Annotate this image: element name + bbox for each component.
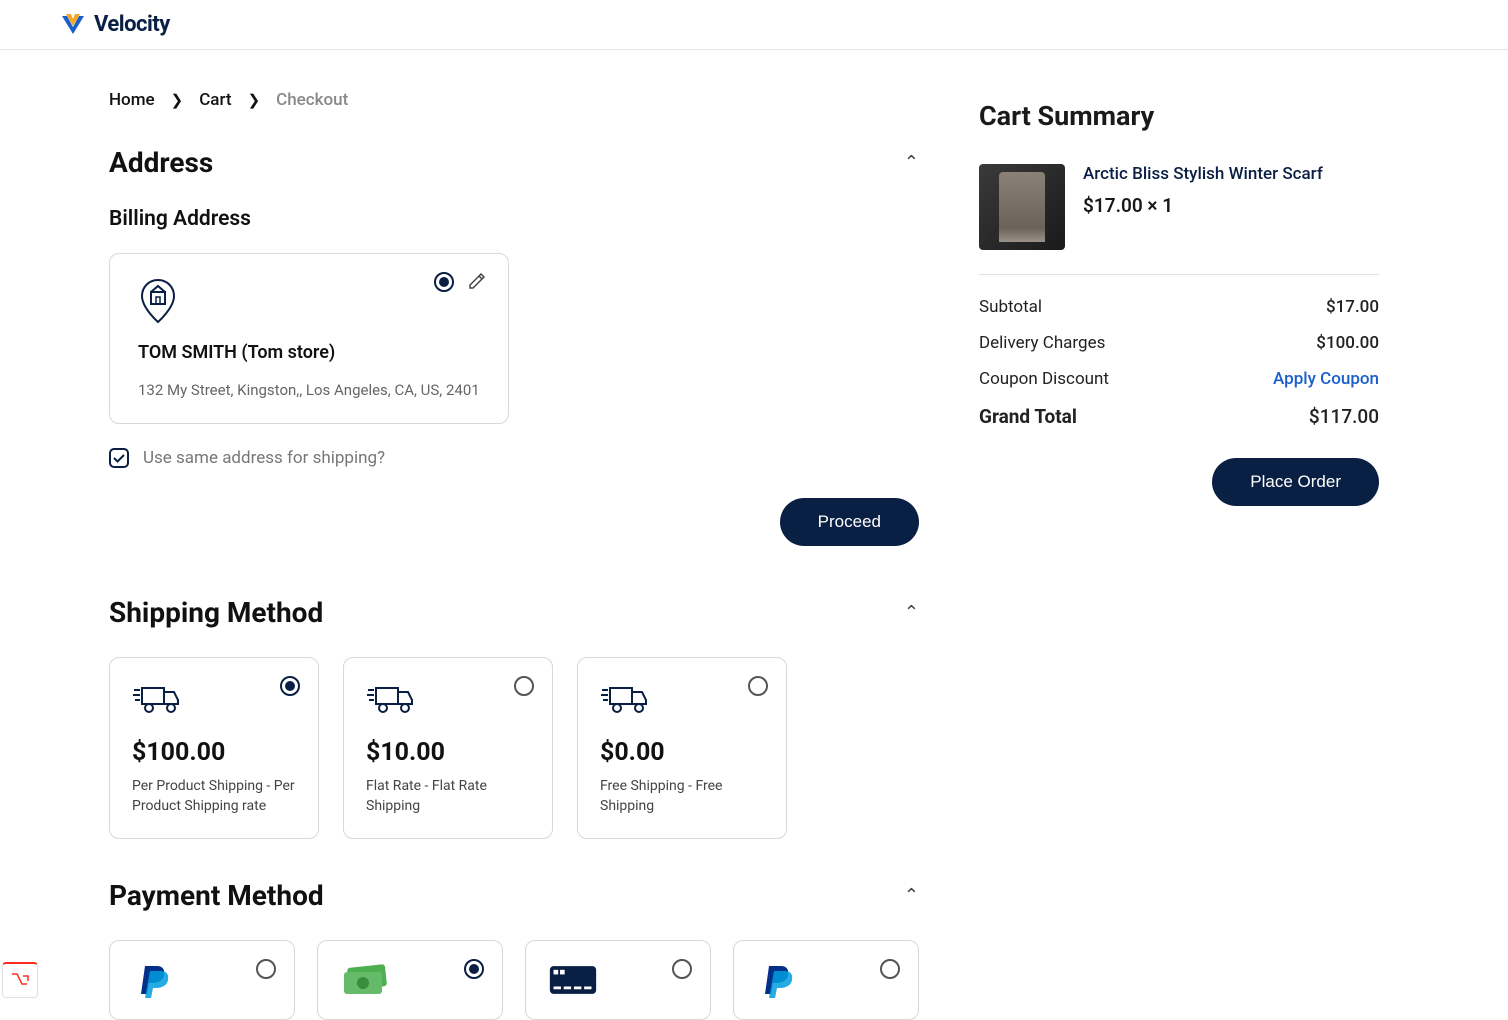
shipping-option[interactable]: $0.00 Free Shipping - Free Shipping [577, 657, 787, 839]
payment-radio[interactable] [880, 959, 900, 979]
shipping-radio[interactable] [280, 676, 300, 696]
apply-coupon-link[interactable]: Apply Coupon [1273, 369, 1379, 389]
cart-item-thumbnail[interactable] [979, 164, 1065, 250]
delivery-value: $100.00 [1316, 333, 1379, 353]
edit-icon[interactable] [468, 272, 486, 290]
coupon-row: Coupon Discount Apply Coupon [979, 369, 1379, 389]
shipping-desc: Per Product Shipping - Per Product Shipp… [132, 777, 296, 816]
logo-icon [60, 14, 86, 36]
chevron-right-icon: ❯ [248, 91, 261, 109]
logo-text: Velocity [94, 12, 170, 37]
delivery-label: Delivery Charges [979, 333, 1105, 353]
place-order-button[interactable]: Place Order [1212, 458, 1379, 506]
shipping-radio[interactable] [514, 676, 534, 696]
address-card[interactable]: TOM SMITH (Tom store) 132 My Street, Kin… [109, 253, 509, 424]
shipping-desc: Free Shipping - Free Shipping [600, 777, 764, 816]
shipping-section-head: Shipping Method ⌃ [109, 596, 919, 629]
logo[interactable]: Velocity [60, 12, 1448, 37]
chevron-up-icon[interactable]: ⌃ [904, 602, 919, 623]
shipping-price: $100.00 [132, 738, 296, 767]
address-name: TOM SMITH (Tom store) [138, 342, 480, 363]
address-title: Address [109, 146, 213, 179]
truck-icon [600, 680, 650, 716]
paypal-icon [761, 962, 801, 998]
shipping-price: $0.00 [600, 738, 764, 767]
shipping-title: Shipping Method [109, 596, 323, 629]
chevron-up-icon[interactable]: ⌃ [904, 152, 919, 173]
grand-total-label: Grand Total [979, 405, 1077, 428]
chevron-right-icon: ❯ [171, 91, 184, 109]
shipping-price: $10.00 [366, 738, 530, 767]
billing-address-title: Billing Address [109, 207, 919, 231]
payment-radio[interactable] [256, 959, 276, 979]
breadcrumb: Home ❯ Cart ❯ Checkout [109, 90, 919, 110]
payment-option[interactable] [733, 940, 919, 1020]
subtotal-label: Subtotal [979, 297, 1042, 317]
shipping-radio[interactable] [748, 676, 768, 696]
address-section-head: Address ⌃ [109, 146, 919, 179]
breadcrumb-home[interactable]: Home [109, 90, 155, 110]
payment-radio[interactable] [464, 959, 484, 979]
breadcrumb-cart[interactable]: Cart [199, 90, 231, 110]
location-icon [138, 278, 178, 324]
same-address-row: Use same address for shipping? [109, 448, 919, 468]
shipping-option[interactable]: $10.00 Flat Rate - Flat Rate Shipping [343, 657, 553, 839]
cash-icon [340, 962, 390, 998]
grand-total-value: $117.00 [1309, 405, 1379, 428]
shipping-desc: Flat Rate - Flat Rate Shipping [366, 777, 530, 816]
payment-radio[interactable] [672, 959, 692, 979]
address-radio[interactable] [434, 272, 454, 292]
proceed-button[interactable]: Proceed [780, 498, 919, 546]
shipping-option[interactable]: $100.00 Per Product Shipping - Per Produc… [109, 657, 319, 839]
coupon-label: Coupon Discount [979, 369, 1109, 389]
laravel-debug-icon[interactable] [2, 962, 38, 998]
cart-item-name[interactable]: Arctic Bliss Stylish Winter Scarf [1083, 164, 1323, 184]
cart-item: Arctic Bliss Stylish Winter Scarf $17.00… [979, 164, 1379, 250]
payment-option[interactable] [317, 940, 503, 1020]
payment-option[interactable] [525, 940, 711, 1020]
payment-section-head: Payment Method ⌃ [109, 879, 919, 912]
truck-icon [132, 680, 182, 716]
checkbox-checked-icon[interactable] [109, 448, 129, 468]
divider [979, 274, 1379, 275]
chevron-up-icon[interactable]: ⌃ [904, 885, 919, 906]
payment-option[interactable] [109, 940, 295, 1020]
card-icon [548, 963, 598, 997]
delivery-row: Delivery Charges $100.00 [979, 333, 1379, 353]
cart-item-price: $17.00 × 1 [1083, 194, 1323, 217]
subtotal-row: Subtotal $17.00 [979, 297, 1379, 317]
breadcrumb-checkout: Checkout [276, 90, 348, 110]
subtotal-value: $17.00 [1326, 297, 1379, 317]
grand-total-row: Grand Total $117.00 [979, 405, 1379, 428]
same-address-label: Use same address for shipping? [143, 448, 385, 468]
cart-summary-title: Cart Summary [979, 100, 1379, 132]
truck-icon [366, 680, 416, 716]
paypal-icon [137, 962, 177, 998]
address-line: 132 My Street, Kingston,, Los Angeles, C… [138, 381, 480, 399]
header: Velocity [0, 0, 1508, 50]
payment-title: Payment Method [109, 879, 324, 912]
